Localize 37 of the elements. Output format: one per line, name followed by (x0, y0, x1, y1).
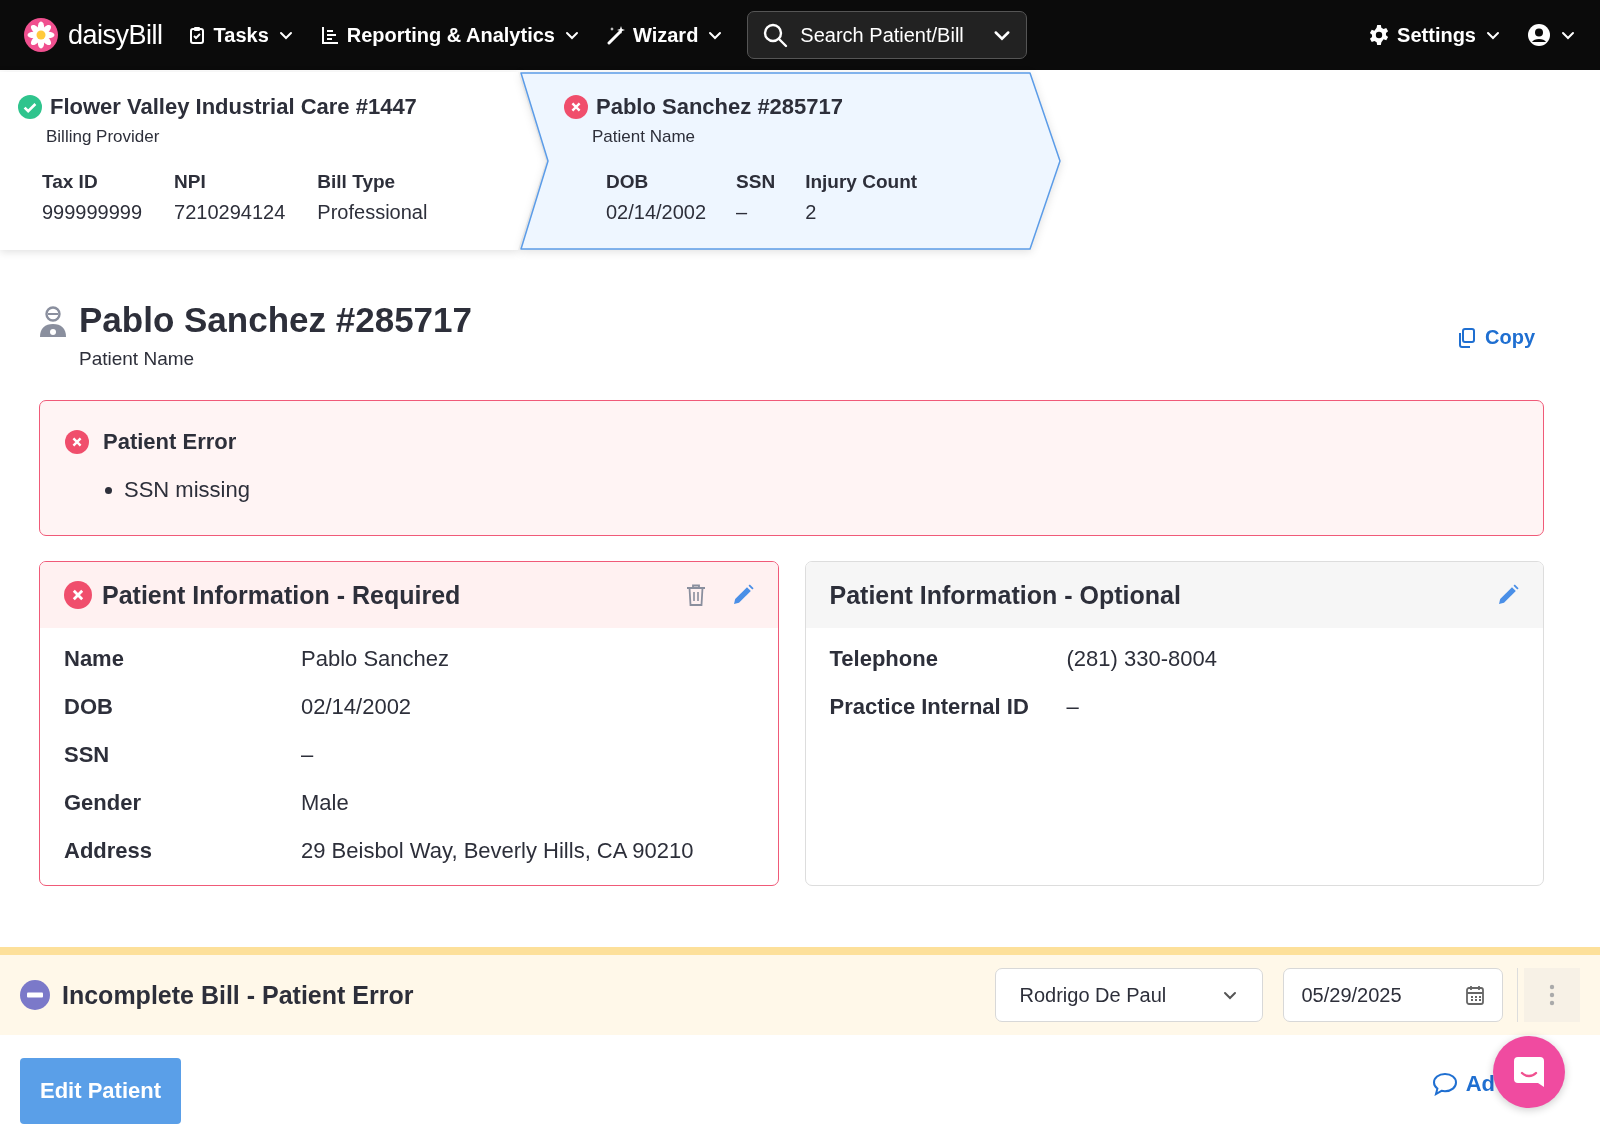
row-value: Male (301, 790, 350, 816)
field-label: SSN (736, 171, 776, 193)
row-label: Telephone (829, 646, 939, 672)
field-value: 999999999 (42, 201, 143, 224)
field-label: DOB (606, 171, 650, 193)
row-value: (281) 330-8004 (1066, 646, 1218, 672)
field-label: Injury Count (805, 171, 918, 193)
breadcrumb-title: Pablo Sanchez #285717 (596, 94, 844, 120)
row-label: Address (64, 838, 154, 864)
patient-subtitle: Patient Name (79, 348, 196, 370)
field-label: NPI (174, 171, 207, 193)
breadcrumb-subtitle: Billing Provider (46, 127, 161, 147)
field-label: Bill Type (317, 171, 397, 193)
card-title: Patient Information - Required (102, 580, 461, 610)
row-label: Gender (64, 790, 143, 816)
field-value: 02/14/2002 (606, 201, 707, 224)
row-value: – (1066, 694, 1080, 720)
field-value: 7210294124 (174, 201, 286, 224)
breadcrumb-subtitle: Patient Name (592, 127, 696, 147)
breadcrumb-title: Flower Valley Industrial Care #1447 (50, 94, 417, 120)
row-value: Pablo Sanchez (301, 646, 450, 672)
card-title: Patient Information - Optional (829, 580, 1181, 610)
patient-title: Pablo Sanchez #285717 (79, 300, 472, 340)
field-value: Professional (317, 201, 428, 224)
row-label: DOB (64, 694, 114, 720)
bill-status: Incomplete Bill - Patient Error (62, 980, 414, 1010)
row-value: 02/14/2002 (301, 694, 413, 720)
field-label: Tax ID (42, 171, 99, 193)
field-value: – (736, 201, 749, 224)
row-label: SSN (64, 742, 111, 768)
field-value: 2 (805, 201, 818, 224)
error-title: Patient Error (103, 429, 237, 455)
error-message: SSN missing (124, 477, 250, 503)
row-value: – (301, 742, 315, 768)
row-label: Name (64, 646, 125, 672)
row-value: 29 Beisbol Way, Beverly Hills, CA 90210 (301, 838, 695, 864)
row-label: Practice Internal ID (829, 694, 1030, 720)
